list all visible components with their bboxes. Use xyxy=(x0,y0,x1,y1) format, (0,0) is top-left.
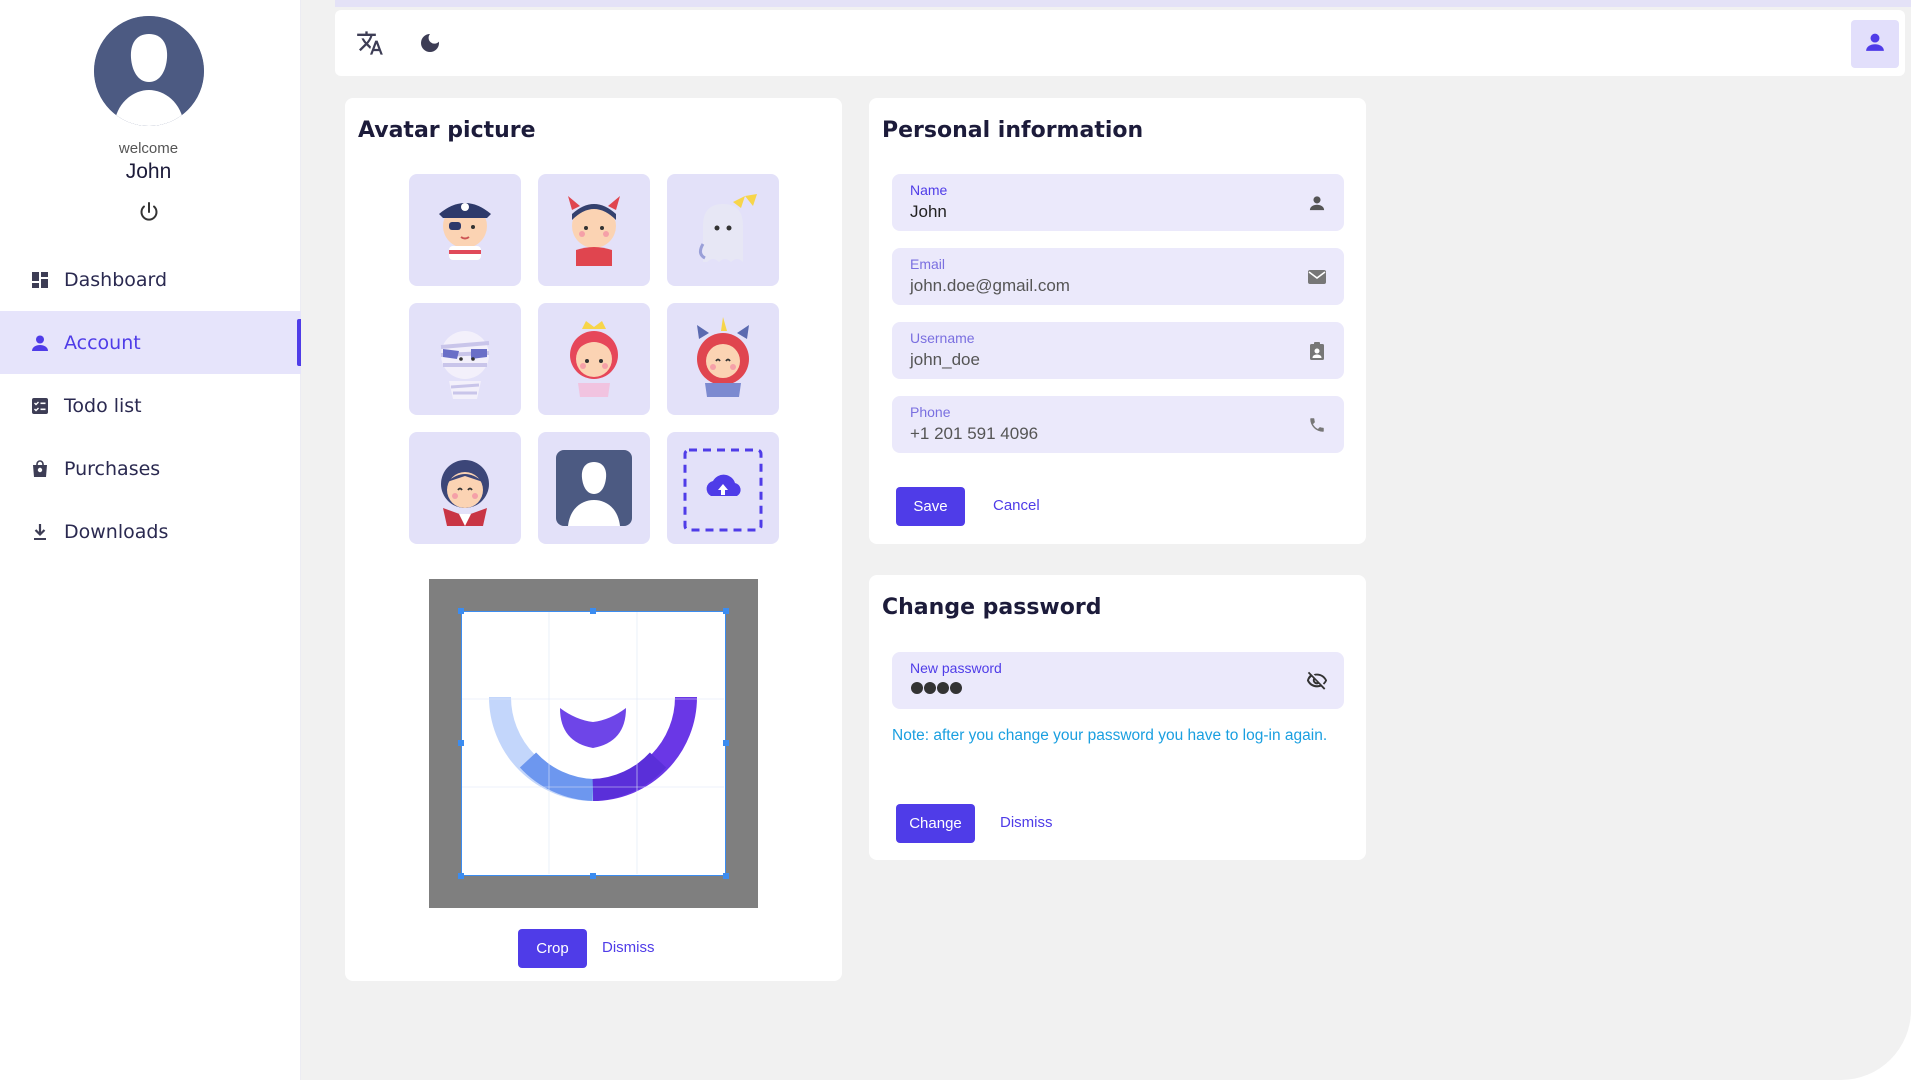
person-icon xyxy=(1865,32,1885,57)
crop-handle-ne[interactable] xyxy=(723,608,729,614)
crop-handle-w[interactable] xyxy=(458,740,464,746)
devil-avatar[interactable] xyxy=(538,174,650,286)
upload-avatar[interactable] xyxy=(667,432,779,544)
phone-icon xyxy=(1306,414,1328,436)
mail-icon xyxy=(1306,266,1328,288)
change-password-card: Change password New password Note: after… xyxy=(869,575,1366,860)
crop-handle-e[interactable] xyxy=(723,740,729,746)
crop-handle-nw[interactable] xyxy=(458,608,464,614)
checklist-icon xyxy=(30,396,50,416)
sidebar-item-label: Downloads xyxy=(64,520,169,543)
logout-button[interactable] xyxy=(133,198,165,230)
field-label: Username xyxy=(910,330,975,346)
badge-icon xyxy=(1306,340,1328,362)
field-value: john_doe xyxy=(910,350,980,369)
sidebar-item-todo-list[interactable]: Todo list xyxy=(0,374,301,437)
sidebar-item-dashboard[interactable]: Dashboard xyxy=(0,248,301,311)
field-label: Name xyxy=(910,182,948,198)
sidebar-nav: Dashboard Account Todo list Purchases Do… xyxy=(0,248,301,563)
main-content: Avatar picture Crop Dismiss Personal inf… xyxy=(301,0,1911,1080)
sidebar-item-downloads[interactable]: Downloads xyxy=(0,500,301,563)
visibility-off-icon[interactable] xyxy=(1306,670,1328,692)
sidebar: welcome John Dashboard Account Todo list xyxy=(0,0,301,1080)
field-value: John xyxy=(910,202,947,221)
person-icon xyxy=(1306,192,1328,214)
phone-field[interactable]: Phone +1 201 591 4096 xyxy=(892,396,1344,453)
profile-avatar[interactable] xyxy=(93,16,204,126)
crop-handle-s[interactable] xyxy=(590,873,596,879)
field-label: Phone xyxy=(910,404,951,420)
personal-information-card: Personal information Name John Email joh… xyxy=(869,98,1366,544)
field-value: john.doe@gmail.com xyxy=(910,276,1070,295)
password-dots xyxy=(910,680,970,701)
image-crop-area xyxy=(429,579,758,908)
field-label: New password xyxy=(910,660,1002,676)
welcome-text: welcome xyxy=(118,140,179,157)
user-name: John xyxy=(125,160,172,183)
username-field[interactable]: Username john_doe xyxy=(892,322,1344,379)
unicorn-avatar[interactable] xyxy=(667,303,779,415)
shopping-bag-icon xyxy=(30,459,50,479)
sidebar-profile: welcome John xyxy=(0,16,297,230)
sidebar-item-label: Dashboard xyxy=(64,268,168,291)
card-title: Avatar picture xyxy=(358,118,536,143)
card-title: Change password xyxy=(882,595,1102,620)
avatar-picture-card: Avatar picture Crop Dismiss xyxy=(345,98,842,981)
new-password-field[interactable]: New password xyxy=(892,652,1344,709)
card-title: Personal information xyxy=(882,118,1144,143)
dismiss-password-button[interactable]: Dismiss xyxy=(1000,814,1053,831)
field-value: +1 201 591 4096 xyxy=(910,424,1039,443)
save-button[interactable]: Save xyxy=(896,487,965,526)
pirate-avatar[interactable] xyxy=(409,174,521,286)
sidebar-item-label: Account xyxy=(64,331,141,354)
dashboard-icon xyxy=(30,270,50,290)
top-bar xyxy=(335,10,1905,76)
cancel-button[interactable]: Cancel xyxy=(993,497,1040,514)
name-field[interactable]: Name John xyxy=(892,174,1344,231)
dark-mode-icon[interactable] xyxy=(413,26,447,60)
vampire-avatar[interactable] xyxy=(409,432,521,544)
sidebar-item-purchases[interactable]: Purchases xyxy=(0,437,301,500)
top-strip xyxy=(335,0,1911,7)
crop-selection[interactable] xyxy=(458,608,729,879)
password-note: Note: after you change your password you… xyxy=(892,727,1328,744)
download-icon xyxy=(30,522,50,542)
sidebar-item-label: Purchases xyxy=(64,457,161,480)
default-silhouette-avatar[interactable] xyxy=(538,432,650,544)
uploaded-logo-image xyxy=(462,612,724,874)
email-field[interactable]: Email john.doe@gmail.com xyxy=(892,248,1344,305)
power-icon xyxy=(137,200,161,229)
crop-handle-se[interactable] xyxy=(723,873,729,879)
account-button[interactable] xyxy=(1851,20,1899,68)
change-password-button[interactable]: Change xyxy=(896,804,975,843)
field-label: Email xyxy=(910,256,946,272)
princess-avatar[interactable] xyxy=(538,303,650,415)
sidebar-item-label: Todo list xyxy=(64,394,142,417)
sidebar-item-account[interactable]: Account xyxy=(0,311,301,374)
crop-handle-sw[interactable] xyxy=(458,873,464,879)
translate-icon[interactable] xyxy=(353,26,387,60)
dismiss-crop-button[interactable]: Dismiss xyxy=(602,939,655,956)
crop-handle-n[interactable] xyxy=(590,608,596,614)
mummy-avatar[interactable] xyxy=(409,303,521,415)
ghost-avatar[interactable] xyxy=(667,174,779,286)
person-icon xyxy=(30,333,50,353)
crop-button[interactable]: Crop xyxy=(518,929,587,968)
